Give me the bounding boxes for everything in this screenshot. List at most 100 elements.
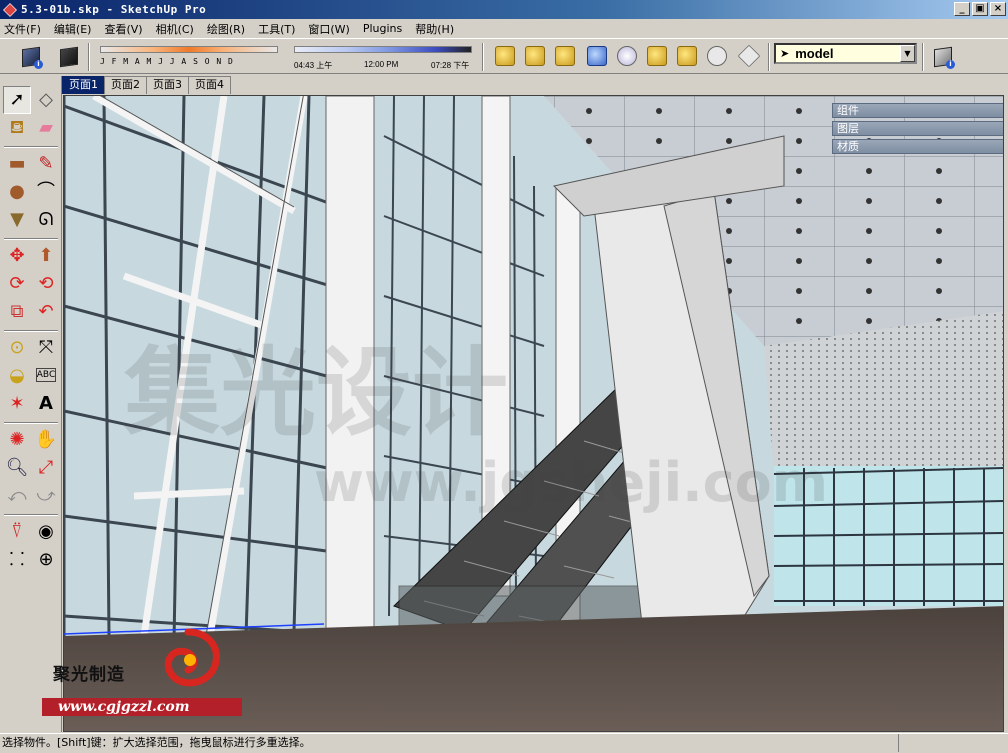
minimize-button[interactable]: _ bbox=[954, 2, 970, 16]
display-section-planes-button[interactable] bbox=[522, 43, 548, 69]
measurements-box[interactable] bbox=[898, 734, 1008, 752]
previous-view-icon: ⤺ bbox=[7, 485, 27, 506]
3d-text-button[interactable]: A bbox=[32, 390, 60, 418]
time-start-label: 04:43 上午 bbox=[294, 61, 333, 70]
menu-file[interactable]: 文件(F) bbox=[4, 21, 41, 37]
layer-manager-button[interactable]: i bbox=[930, 44, 956, 70]
arc-tool-button[interactable]: ⌒ bbox=[32, 178, 60, 206]
push-pull-button[interactable]: ⬆ bbox=[32, 242, 60, 270]
protractor-button[interactable]: ◒ bbox=[3, 362, 31, 390]
rectangle-tool-button[interactable]: ▬ bbox=[3, 150, 31, 178]
fog-button[interactable] bbox=[614, 43, 640, 69]
3d-text-icon: A bbox=[39, 393, 53, 414]
menu-edit[interactable]: 编辑(E) bbox=[54, 21, 92, 37]
menu-view[interactable]: 查看(V) bbox=[104, 21, 142, 37]
menu-draw[interactable]: 绘图(R) bbox=[207, 21, 245, 37]
circle-tool-button[interactable]: ● bbox=[3, 178, 31, 206]
axes-icon: ✶ bbox=[9, 393, 25, 414]
display-section-planes-icon bbox=[525, 46, 545, 66]
follow-me-button[interactable]: ⟲ bbox=[32, 270, 60, 298]
position-camera-button[interactable]: ⍢ bbox=[3, 518, 31, 546]
scene-tabs: 页面1 页面2 页面3 页面4 bbox=[62, 76, 231, 94]
shadows-toggle-icon bbox=[587, 46, 607, 66]
window-title: 5.3-01b.skp - SketchUp Pro bbox=[21, 3, 207, 16]
menu-camera[interactable]: 相机(C) bbox=[156, 21, 194, 37]
shadows-toggle-button[interactable] bbox=[584, 43, 610, 69]
shadow-time-slider[interactable]: 04:43 上午 12:00 PM 07:28 下午 bbox=[294, 43, 472, 71]
edge-style-button[interactable] bbox=[644, 43, 670, 69]
pan-tool-button[interactable]: ✋ bbox=[32, 426, 60, 454]
move-icon: ✥ bbox=[9, 245, 25, 266]
component-tool-button[interactable]: ◇ bbox=[32, 86, 60, 114]
menu-tools[interactable]: 工具(T) bbox=[258, 21, 295, 37]
model-info-button[interactable]: i bbox=[18, 44, 44, 70]
toolbar-separator bbox=[88, 43, 90, 71]
edit-face-button[interactable] bbox=[736, 43, 762, 69]
select-tool-button[interactable]: ➚ bbox=[3, 86, 31, 114]
scale-tool-button[interactable]: ⧉ bbox=[3, 298, 31, 326]
offset-tool-button[interactable]: ↶ bbox=[32, 298, 60, 326]
photo-match-button[interactable] bbox=[674, 43, 700, 69]
shadow-date-slider[interactable]: J F M A M J J A S O N D bbox=[100, 43, 278, 71]
orbit-icon: ✺ bbox=[9, 429, 25, 450]
layer-select[interactable]: ➤ model ▼ bbox=[774, 43, 917, 64]
freehand-tool-button[interactable]: ᘏ bbox=[32, 206, 60, 234]
zoom-tool-button[interactable]: 🔍︎ bbox=[3, 454, 31, 482]
tray-title: 材质 bbox=[837, 140, 859, 153]
tab-page-1[interactable]: 页面1 bbox=[62, 76, 105, 94]
time-slider-track[interactable] bbox=[294, 46, 472, 53]
text-tool-button[interactable]: ABC bbox=[36, 368, 56, 382]
toolbar-separator bbox=[4, 238, 58, 240]
arc-icon: ⌒ bbox=[37, 181, 55, 202]
look-around-button[interactable]: ◉ bbox=[32, 518, 60, 546]
freehand-icon: ᘏ bbox=[38, 209, 54, 230]
chevron-down-icon[interactable]: ▼ bbox=[900, 45, 915, 62]
eraser-button[interactable]: ▰ bbox=[32, 114, 60, 142]
orbit-tool-button[interactable]: ✺ bbox=[3, 426, 31, 454]
toolbar-separator bbox=[4, 330, 58, 332]
select-arrow-icon: ➚ bbox=[9, 89, 25, 110]
menu-help[interactable]: 帮助(H) bbox=[415, 21, 454, 37]
entity-info-button[interactable] bbox=[56, 44, 82, 70]
tray-components[interactable]: 组件 × bbox=[832, 103, 1003, 118]
display-section-cut-button[interactable] bbox=[552, 43, 578, 69]
circle-tool-button[interactable] bbox=[704, 43, 730, 69]
layer-select-value: model bbox=[795, 46, 834, 61]
axes-tool-button[interactable]: ✶ bbox=[3, 390, 31, 418]
text-abc-icon: ABC bbox=[36, 369, 56, 380]
rotate-tool-button[interactable]: ⟳ bbox=[3, 270, 31, 298]
menu-plugins[interactable]: Plugins bbox=[363, 22, 402, 35]
logo-site-text: www.cgjgzzl.com bbox=[42, 698, 242, 716]
display-section-cut-icon bbox=[555, 46, 575, 66]
tray-materials[interactable]: 材质 × bbox=[832, 139, 1003, 154]
polygon-tool-button[interactable]: ▼ bbox=[3, 206, 31, 234]
polygon-icon: ▼ bbox=[10, 209, 24, 230]
close-button[interactable]: × bbox=[990, 2, 1006, 16]
line-tool-button[interactable]: ✎ bbox=[32, 150, 60, 178]
footprints-icon: ⸬ bbox=[9, 549, 25, 570]
tab-page-3[interactable]: 页面3 bbox=[146, 76, 189, 94]
paint-bucket-button[interactable]: ⛾ bbox=[3, 114, 31, 142]
tab-page-2[interactable]: 页面2 bbox=[104, 76, 147, 94]
date-slider-track[interactable] bbox=[100, 46, 278, 53]
maximize-button[interactable]: ▣ bbox=[972, 2, 988, 16]
section-plane-button[interactable] bbox=[492, 43, 518, 69]
next-view-button[interactable]: ⤻ bbox=[32, 482, 60, 510]
title-bar: 5.3-01b.skp - SketchUp Pro _ ▣ × bbox=[0, 0, 1008, 19]
tray-layers[interactable]: 图层 × bbox=[832, 121, 1003, 136]
paint-bucket-icon: ⛾ bbox=[9, 117, 25, 138]
info-badge-icon: i bbox=[34, 60, 43, 69]
status-bar: 选择物件。[Shift]键：扩大选择范围，拖曳鼠标进行多重选择。 bbox=[0, 733, 1008, 753]
dimension-tool-button[interactable]: ⤧ bbox=[32, 334, 60, 362]
tab-page-4[interactable]: 页面4 bbox=[188, 76, 231, 94]
zoom-window-button[interactable]: ⤢ bbox=[32, 454, 60, 482]
tray-title: 组件 bbox=[837, 104, 859, 117]
photo-match-icon bbox=[677, 46, 697, 66]
section-view-button[interactable]: ⊕ bbox=[32, 546, 60, 574]
move-tool-button[interactable]: ✥ bbox=[3, 242, 31, 270]
previous-view-button[interactable]: ⤺ bbox=[3, 482, 31, 510]
info-badge-icon: i bbox=[946, 60, 955, 69]
menu-window[interactable]: 窗口(W) bbox=[308, 21, 349, 37]
walk-tool-button[interactable]: ⸬ bbox=[3, 546, 31, 574]
tape-measure-button[interactable]: ⊙ bbox=[3, 334, 31, 362]
